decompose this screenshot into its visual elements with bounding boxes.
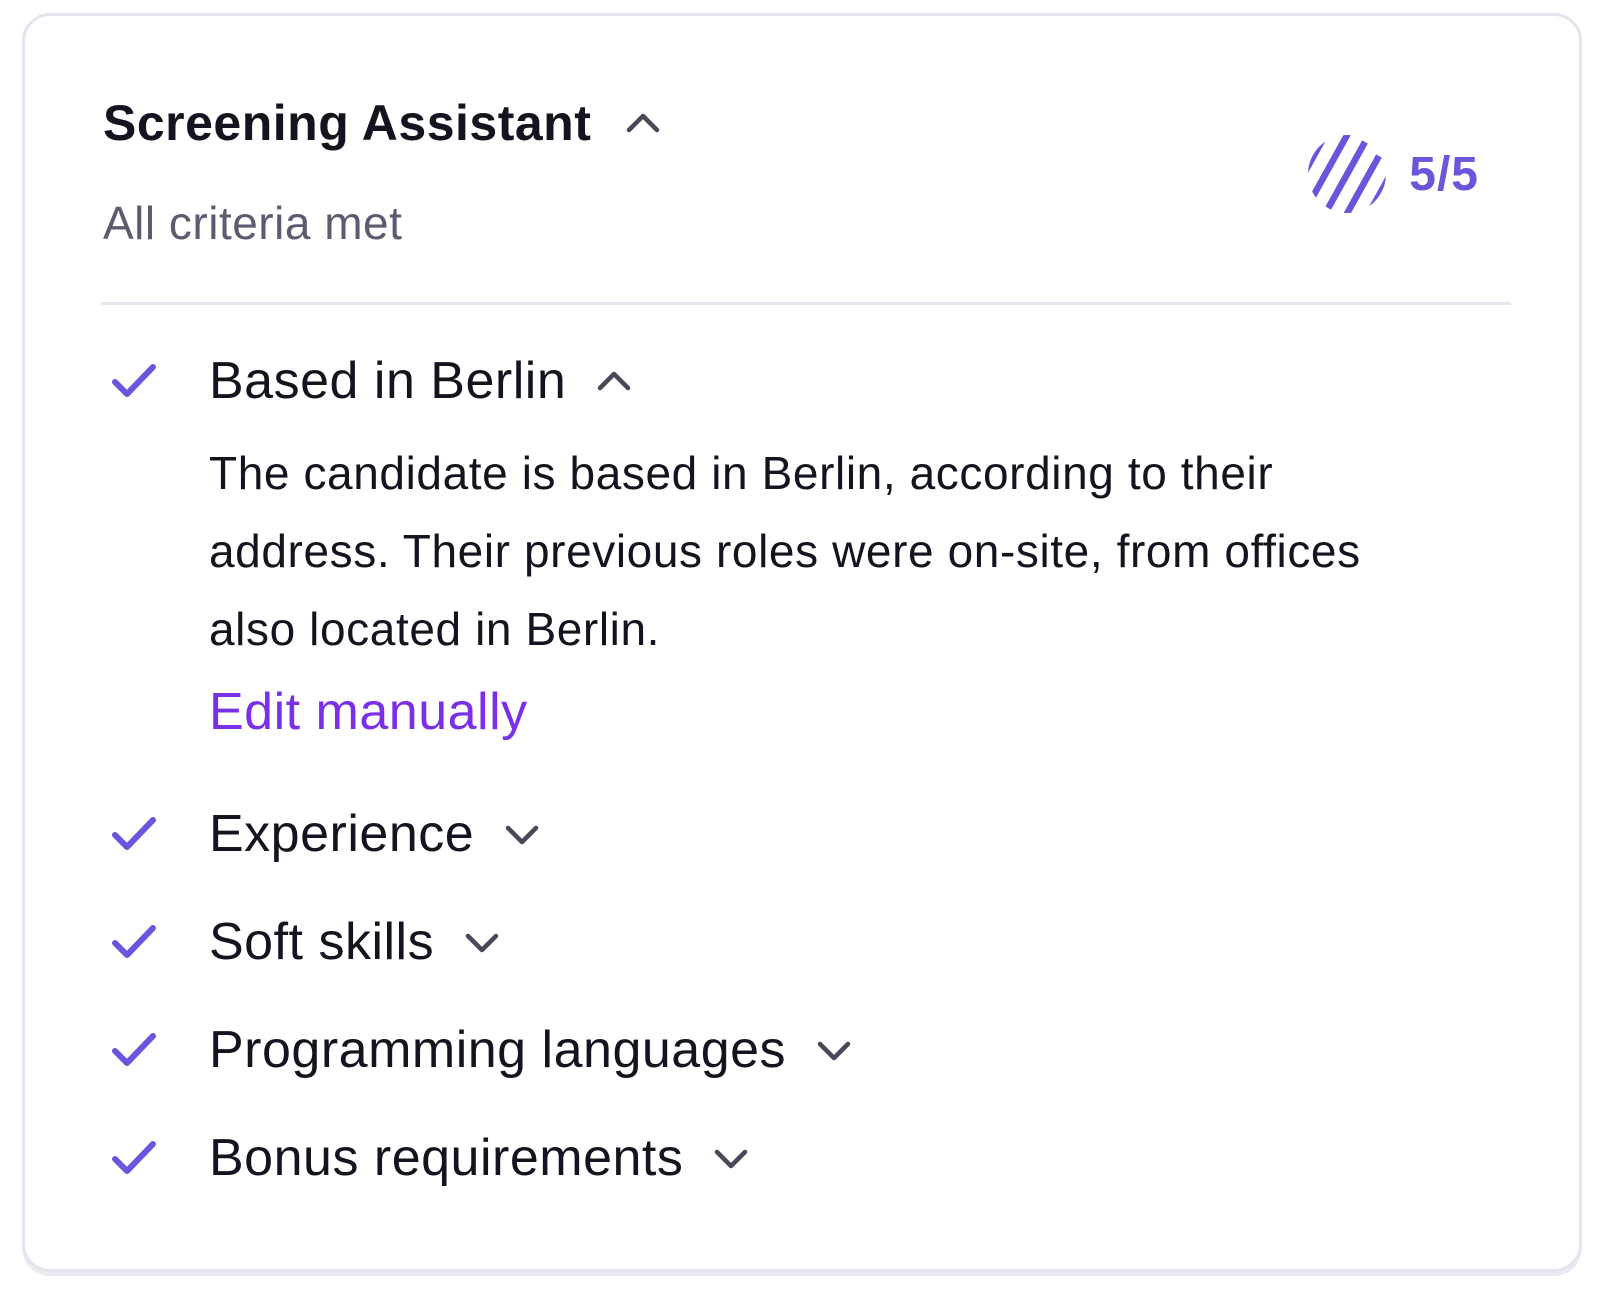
criterion-based-in-berlin: Based in Berlin The candidate is based i…	[109, 346, 1489, 742]
criterion-header[interactable]: Soft skills	[109, 907, 1489, 977]
card-title: Screening Assistant	[103, 95, 592, 151]
score-value: 5/5	[1409, 147, 1479, 201]
criterion-label: Programming languages	[209, 1021, 787, 1079]
criterion-label: Experience	[209, 805, 475, 863]
chevron-up-icon[interactable]	[594, 361, 634, 401]
striped-circle-icon	[1308, 135, 1387, 213]
header-title-row[interactable]: Screening Assistant	[103, 94, 663, 152]
criterion-programming-languages: Programming languages	[109, 1015, 1489, 1085]
divider	[101, 302, 1511, 305]
edit-manually-link[interactable]: Edit manually	[209, 682, 528, 742]
criterion-experience: Experience	[109, 799, 1489, 869]
chevron-down-icon[interactable]	[814, 1030, 854, 1070]
screening-assistant-card: Screening Assistant All criteria met 5/5	[22, 13, 1582, 1272]
chevron-up-icon[interactable]	[623, 103, 663, 143]
check-icon	[109, 355, 161, 407]
check-icon	[109, 808, 161, 860]
criterion-header[interactable]: Bonus requirements	[109, 1123, 1489, 1193]
criterion-bonus-requirements: Bonus requirements	[109, 1123, 1489, 1193]
criterion-description: The candidate is based in Berlin, accord…	[209, 447, 1361, 655]
criterion-header[interactable]: Based in Berlin	[109, 346, 1489, 416]
criterion-header[interactable]: Experience	[109, 799, 1489, 869]
criterion-soft-skills: Soft skills	[109, 907, 1489, 977]
check-icon	[109, 916, 161, 968]
criterion-label: Based in Berlin	[209, 352, 567, 410]
card-subtitle: All criteria met	[103, 197, 403, 249]
criterion-label: Bonus requirements	[209, 1129, 684, 1187]
chevron-down-icon[interactable]	[502, 814, 542, 854]
chevron-down-icon[interactable]	[462, 922, 502, 962]
criterion-label: Soft skills	[209, 913, 435, 971]
score-indicator: 5/5	[1307, 134, 1479, 214]
criterion-header[interactable]: Programming languages	[109, 1015, 1489, 1085]
check-icon	[109, 1132, 161, 1184]
check-icon	[109, 1024, 161, 1076]
chevron-down-icon[interactable]	[711, 1138, 751, 1178]
